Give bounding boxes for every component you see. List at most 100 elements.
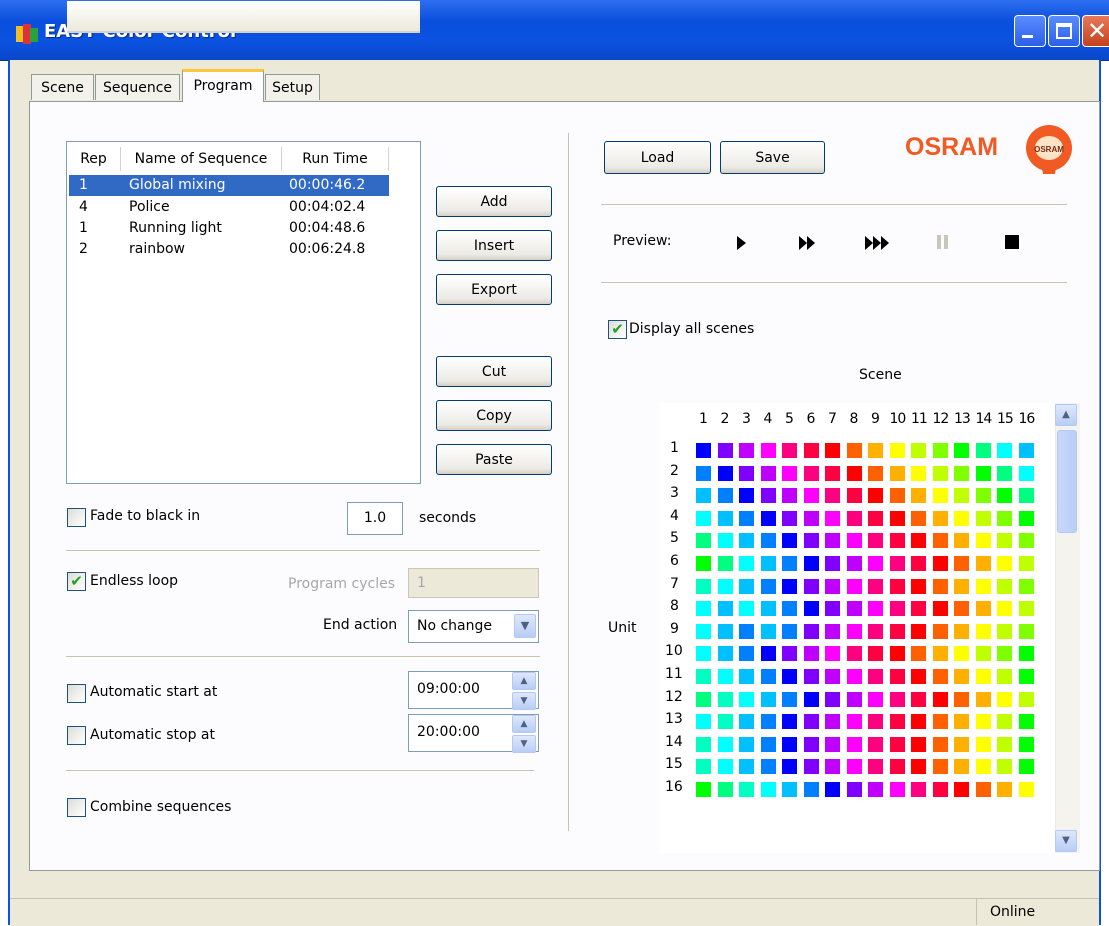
grid-cell[interactable] [739,646,754,662]
col-name-header[interactable]: Name of Sequence [121,147,282,171]
grid-cell[interactable] [760,601,776,617]
pause-icon[interactable] [937,235,949,249]
grid-cell[interactable] [954,623,969,639]
grid-cell[interactable] [954,646,969,662]
grid-cell[interactable] [954,465,969,481]
grid-cell[interactable] [696,465,711,481]
grid-cell[interactable] [846,691,862,707]
grid-cell[interactable] [1018,510,1034,526]
grid-cell[interactable] [739,623,754,639]
grid-cell[interactable] [997,556,1012,571]
grid-cell[interactable] [825,578,840,594]
grid-cell[interactable] [803,601,819,617]
grid-cell[interactable] [932,578,948,594]
grid-cell[interactable] [954,556,969,571]
grid-cell[interactable] [803,465,819,481]
grid-cell[interactable] [911,669,926,684]
col-rep-header[interactable]: Rep [67,147,121,171]
grid-cell[interactable] [696,759,711,775]
grid-cell[interactable] [846,443,862,458]
grid-cell[interactable] [739,578,754,594]
grid-cell[interactable] [846,782,862,797]
grid-cell[interactable] [803,443,819,458]
grid-cell[interactable] [739,488,754,504]
grid-cell[interactable] [997,488,1012,504]
tab-scene[interactable]: Scene [31,74,94,100]
grid-cell[interactable] [717,646,733,662]
grid-cell[interactable] [846,510,862,526]
grid-cell[interactable] [803,736,819,752]
grid-cell[interactable] [868,578,883,594]
grid-cell[interactable] [825,759,840,775]
combine-checkbox[interactable] [67,798,86,817]
grid-cell[interactable] [997,578,1012,594]
grid-cell[interactable] [932,510,948,526]
spin-up-icon[interactable]: ▲ [512,715,536,733]
fade-seconds-input[interactable]: 1.0 [347,502,403,535]
display-all-scenes-checkbox[interactable]: ✔ [608,320,627,339]
grid-cell[interactable] [868,714,883,730]
grid-cell[interactable] [739,736,754,752]
grid-cell[interactable] [803,782,819,797]
grid-cell[interactable] [975,443,991,458]
table-row[interactable]: 1 Running light 00:04:48.6 [69,218,389,239]
grid-cell[interactable] [932,782,948,797]
grid-cell[interactable] [1018,443,1034,458]
grid-cell[interactable] [696,443,711,458]
grid-cell[interactable] [954,736,969,752]
grid-cell[interactable] [803,714,819,730]
grid-cell[interactable] [954,578,969,594]
col-runtime-header[interactable]: Run Time [282,147,389,171]
grid-cell[interactable] [975,578,991,594]
grid-cell[interactable] [717,556,733,571]
grid-cell[interactable] [782,465,797,481]
grid-cell[interactable] [696,533,711,549]
grid-cell[interactable] [868,759,883,775]
grid-cell[interactable] [760,714,776,730]
grid-cell[interactable] [997,510,1012,526]
grid-cell[interactable] [825,714,840,730]
grid-cell[interactable] [932,714,948,730]
grid-cell[interactable] [717,510,733,526]
grid-cell[interactable] [782,736,797,752]
grid-cell[interactable] [868,465,883,481]
grid-cell[interactable] [911,556,926,571]
grid-cell[interactable] [1018,714,1034,730]
grid-cell[interactable] [825,533,840,549]
grid-cell[interactable] [825,691,840,707]
load-button[interactable]: Load [604,141,711,174]
grid-cell[interactable] [997,691,1012,707]
grid-cell[interactable] [760,443,776,458]
grid-cell[interactable] [997,601,1012,617]
grid-cell[interactable] [760,646,776,662]
grid-cell[interactable] [954,488,969,504]
grid-cell[interactable] [846,669,862,684]
grid-cell[interactable] [846,736,862,752]
grid-cell[interactable] [846,646,862,662]
grid-cell[interactable] [739,533,754,549]
grid-cell[interactable] [1018,533,1034,549]
grid-cell[interactable] [846,578,862,594]
fade-checkbox[interactable] [67,508,86,527]
grid-cell[interactable] [803,533,819,549]
maximize-button[interactable] [1048,15,1080,47]
grid-cell[interactable] [825,736,840,752]
grid-cell[interactable] [997,782,1012,797]
grid-cell[interactable] [889,533,905,549]
grid-cell[interactable] [911,646,926,662]
grid-cell[interactable] [932,533,948,549]
grid-cell[interactable] [868,691,883,707]
grid-cell[interactable] [1018,782,1034,797]
grid-cell[interactable] [868,782,883,797]
grid-cell[interactable] [1018,578,1034,594]
grid-cell[interactable] [760,556,776,571]
grid-cell[interactable] [889,646,905,662]
grid-cell[interactable] [911,601,926,617]
grid-cell[interactable] [975,465,991,481]
grid-cell[interactable] [760,669,776,684]
play-icon[interactable] [737,236,746,250]
grid-cell[interactable] [739,556,754,571]
grid-cell[interactable] [782,759,797,775]
grid-cell[interactable] [782,691,797,707]
grid-cell[interactable] [782,646,797,662]
